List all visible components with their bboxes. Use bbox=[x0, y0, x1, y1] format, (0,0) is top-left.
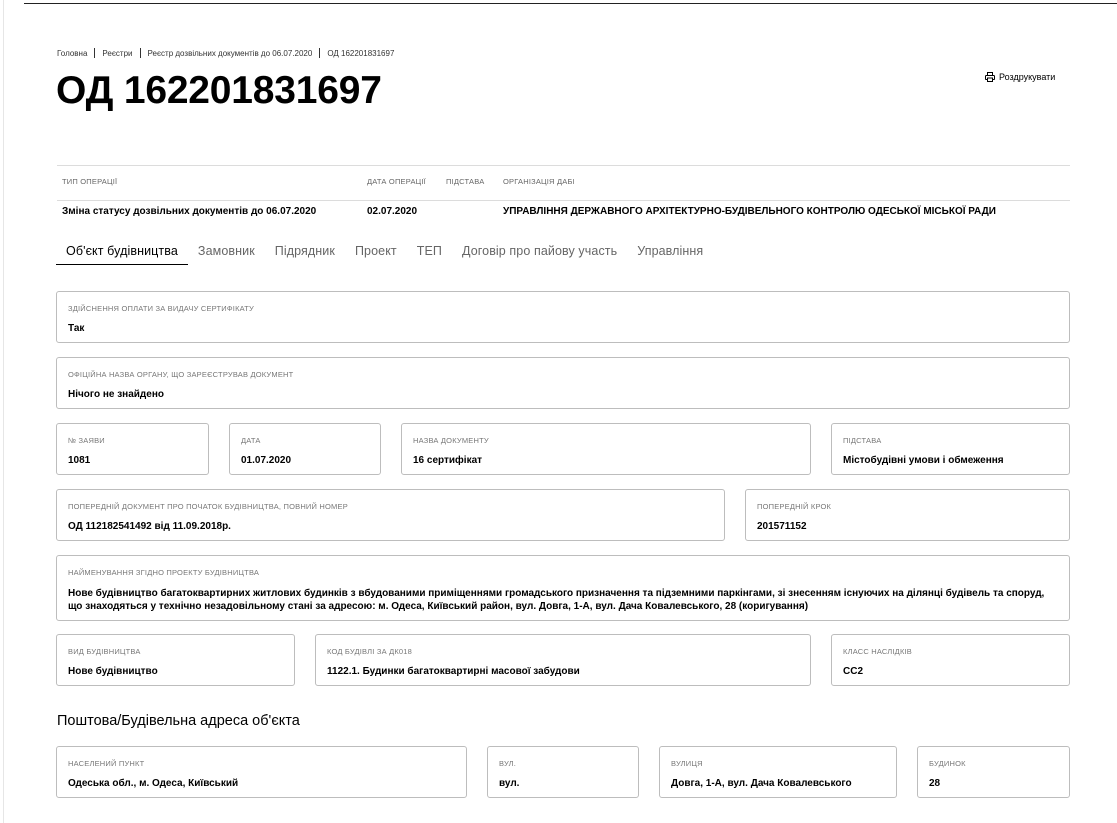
field-label: ПОПЕРЕДНІЙ ДОКУМЕНТ ПРО ПОЧАТОК БУДІВНИЦ… bbox=[68, 502, 348, 511]
printer-icon bbox=[985, 72, 995, 82]
field-value: Довга, 1-А, вул. Дача Ковалевського bbox=[671, 778, 852, 789]
field-label: БУДИНОК bbox=[929, 759, 966, 768]
field-value: Нове будівництво bbox=[68, 666, 158, 677]
previous-step-field: ПОПЕРЕДНІЙ КРОК 201571152 bbox=[745, 489, 1070, 541]
operation-basis-header: ПІДСТАВА bbox=[446, 177, 485, 186]
field-label: ВИД БУДІВНИЦТВА bbox=[68, 647, 141, 656]
field-value: 28 bbox=[929, 778, 941, 789]
field-value: Нове будівництво багатоквартирних житлов… bbox=[68, 588, 1045, 612]
field-label: ОФІЦІЙНА НАЗВА ОРГАНУ, ЩО ЗАРЕЄСТРУВАВ Д… bbox=[68, 370, 294, 379]
field-value: 201571152 bbox=[757, 521, 807, 532]
field-label: ПІДСТАВА bbox=[843, 436, 882, 445]
operation-date-header: ДАТА ОПЕРАЦІЇ bbox=[367, 177, 426, 186]
project-name-field: НАЙМЕНУВАННЯ ЗГІДНО ПРОЕКТУ БУДІВНИЦТВА … bbox=[56, 555, 1070, 621]
field-value: СС2 bbox=[843, 666, 864, 677]
divider bbox=[57, 200, 1070, 201]
left-border bbox=[3, 0, 4, 823]
breadcrumb-separator bbox=[319, 48, 321, 58]
construction-type-field: ВИД БУДІВНИЦТВА Нове будівництво bbox=[56, 634, 295, 686]
previous-document-field: ПОПЕРЕДНІЙ ДОКУМЕНТ ПРО ПОЧАТОК БУДІВНИЦ… bbox=[56, 489, 725, 541]
field-label: ВУЛИЦЯ bbox=[671, 759, 703, 768]
building-code-field: КОД БУДІВЛІ ЗА ДК018 1122.1. Будинки баг… bbox=[315, 634, 811, 686]
tab-share-agreement[interactable]: Договір про пайову участь bbox=[452, 242, 627, 264]
tab-customer[interactable]: Замовник bbox=[188, 242, 265, 264]
tab-object[interactable]: Об'єкт будівництва bbox=[56, 242, 188, 265]
divider bbox=[57, 165, 1070, 166]
breadcrumb-separator bbox=[94, 48, 96, 58]
operation-org-value: УПРАВЛІННЯ ДЕРЖАВНОГО АРХІТЕКТУРНО-БУДІВ… bbox=[503, 206, 996, 217]
address-section-title: Поштова/Будівельна адреса об'єкта bbox=[57, 713, 300, 729]
field-label: КОД БУДІВЛІ ЗА ДК018 bbox=[327, 647, 413, 656]
breadcrumb-separator bbox=[139, 48, 141, 58]
field-label: НАЙМЕНУВАННЯ ЗГІДНО ПРОЕКТУ БУДІВНИЦТВА bbox=[68, 568, 260, 577]
field-label: КЛАСС НАСЛІДКІВ bbox=[843, 647, 913, 656]
date-field: ДАТА 01.07.2020 bbox=[229, 423, 381, 475]
tab-tep[interactable]: ТЕП bbox=[407, 242, 452, 264]
field-value: Нічого не знайдено bbox=[68, 389, 164, 400]
street-field: ВУЛИЦЯ Довга, 1-А, вул. Дача Ковалевсько… bbox=[659, 746, 897, 798]
breadcrumb-registry[interactable]: Реєстр дозвільних документів до 06.07.20… bbox=[148, 49, 313, 58]
print-button[interactable]: Роздрукувати bbox=[985, 72, 1055, 82]
tab-project[interactable]: Проект bbox=[345, 242, 407, 264]
field-value: 1122.1. Будинки багатоквартирні масової … bbox=[327, 666, 580, 677]
tab-management[interactable]: Управління bbox=[627, 242, 713, 264]
operation-type-value: Зміна статусу дозвільних документів до 0… bbox=[62, 206, 317, 217]
field-value: 1081 bbox=[68, 455, 91, 466]
field-value: Одеська обл., м. Одеса, Київський bbox=[68, 778, 239, 789]
field-label: НАСЕЛЕНИЙ ПУНКТ bbox=[68, 759, 145, 768]
field-value: 01.07.2020 bbox=[241, 455, 292, 466]
field-value: Так bbox=[68, 323, 85, 334]
tabs: Об'єкт будівництва Замовник Підрядник Пр… bbox=[56, 242, 713, 266]
field-value: вул. bbox=[499, 778, 520, 789]
operation-type-header: ТИП ОПЕРАЦІЇ bbox=[62, 177, 118, 186]
print-label: Роздрукувати bbox=[999, 72, 1056, 82]
application-number-field: № ЗАЯВИ 1081 bbox=[56, 423, 209, 475]
field-label: ПОПЕРЕДНІЙ КРОК bbox=[757, 502, 832, 511]
field-value: 16 сертифікат bbox=[413, 455, 483, 466]
official-body-field: ОФІЦІЙНА НАЗВА ОРГАНУ, ЩО ЗАРЕЄСТРУВАВ Д… bbox=[56, 357, 1070, 409]
operation-date-value: 02.07.2020 bbox=[367, 206, 418, 217]
field-value: Містобудівні умови і обмеження bbox=[843, 455, 1004, 466]
field-label: ДАТА bbox=[241, 436, 261, 445]
payment-field: ЗДІЙСНЕННЯ ОПЛАТИ ЗА ВИДАЧУ СЕРТИФІКАТУ … bbox=[56, 291, 1070, 343]
street-type-field: ВУЛ. вул. bbox=[487, 746, 639, 798]
page-title: ОД 162201831697 bbox=[56, 69, 382, 112]
building-number-field: БУДИНОК 28 bbox=[917, 746, 1070, 798]
operation-org-header: ОРГАНІЗАЦІЯ ДАБІ bbox=[503, 177, 575, 186]
breadcrumb-registries[interactable]: Реєстри bbox=[102, 49, 132, 58]
field-label: ВУЛ. bbox=[499, 759, 517, 768]
tab-contractor[interactable]: Підрядник bbox=[265, 242, 345, 264]
field-value: ОД 112182541492 від 11.09.2018р. bbox=[68, 521, 231, 532]
breadcrumb-current: ОД 162201831697 bbox=[327, 48, 395, 58]
breadcrumb-home[interactable]: Головна bbox=[57, 49, 87, 58]
field-label: НАЗВА ДОКУМЕНТУ bbox=[413, 436, 489, 445]
field-label: № ЗАЯВИ bbox=[68, 436, 105, 445]
breadcrumb: Головна Реєстри Реєстр дозвільних докуме… bbox=[57, 48, 394, 58]
top-border bbox=[24, 3, 1117, 4]
field-label: ЗДІЙСНЕННЯ ОПЛАТИ ЗА ВИДАЧУ СЕРТИФІКАТУ bbox=[68, 304, 254, 313]
document-name-field: НАЗВА ДОКУМЕНТУ 16 сертифікат bbox=[401, 423, 811, 475]
settlement-field: НАСЕЛЕНИЙ ПУНКТ Одеська обл., м. Одеса, … bbox=[56, 746, 467, 798]
basis-field: ПІДСТАВА Містобудівні умови і обмеження bbox=[831, 423, 1070, 475]
consequence-class-field: КЛАСС НАСЛІДКІВ СС2 bbox=[831, 634, 1070, 686]
